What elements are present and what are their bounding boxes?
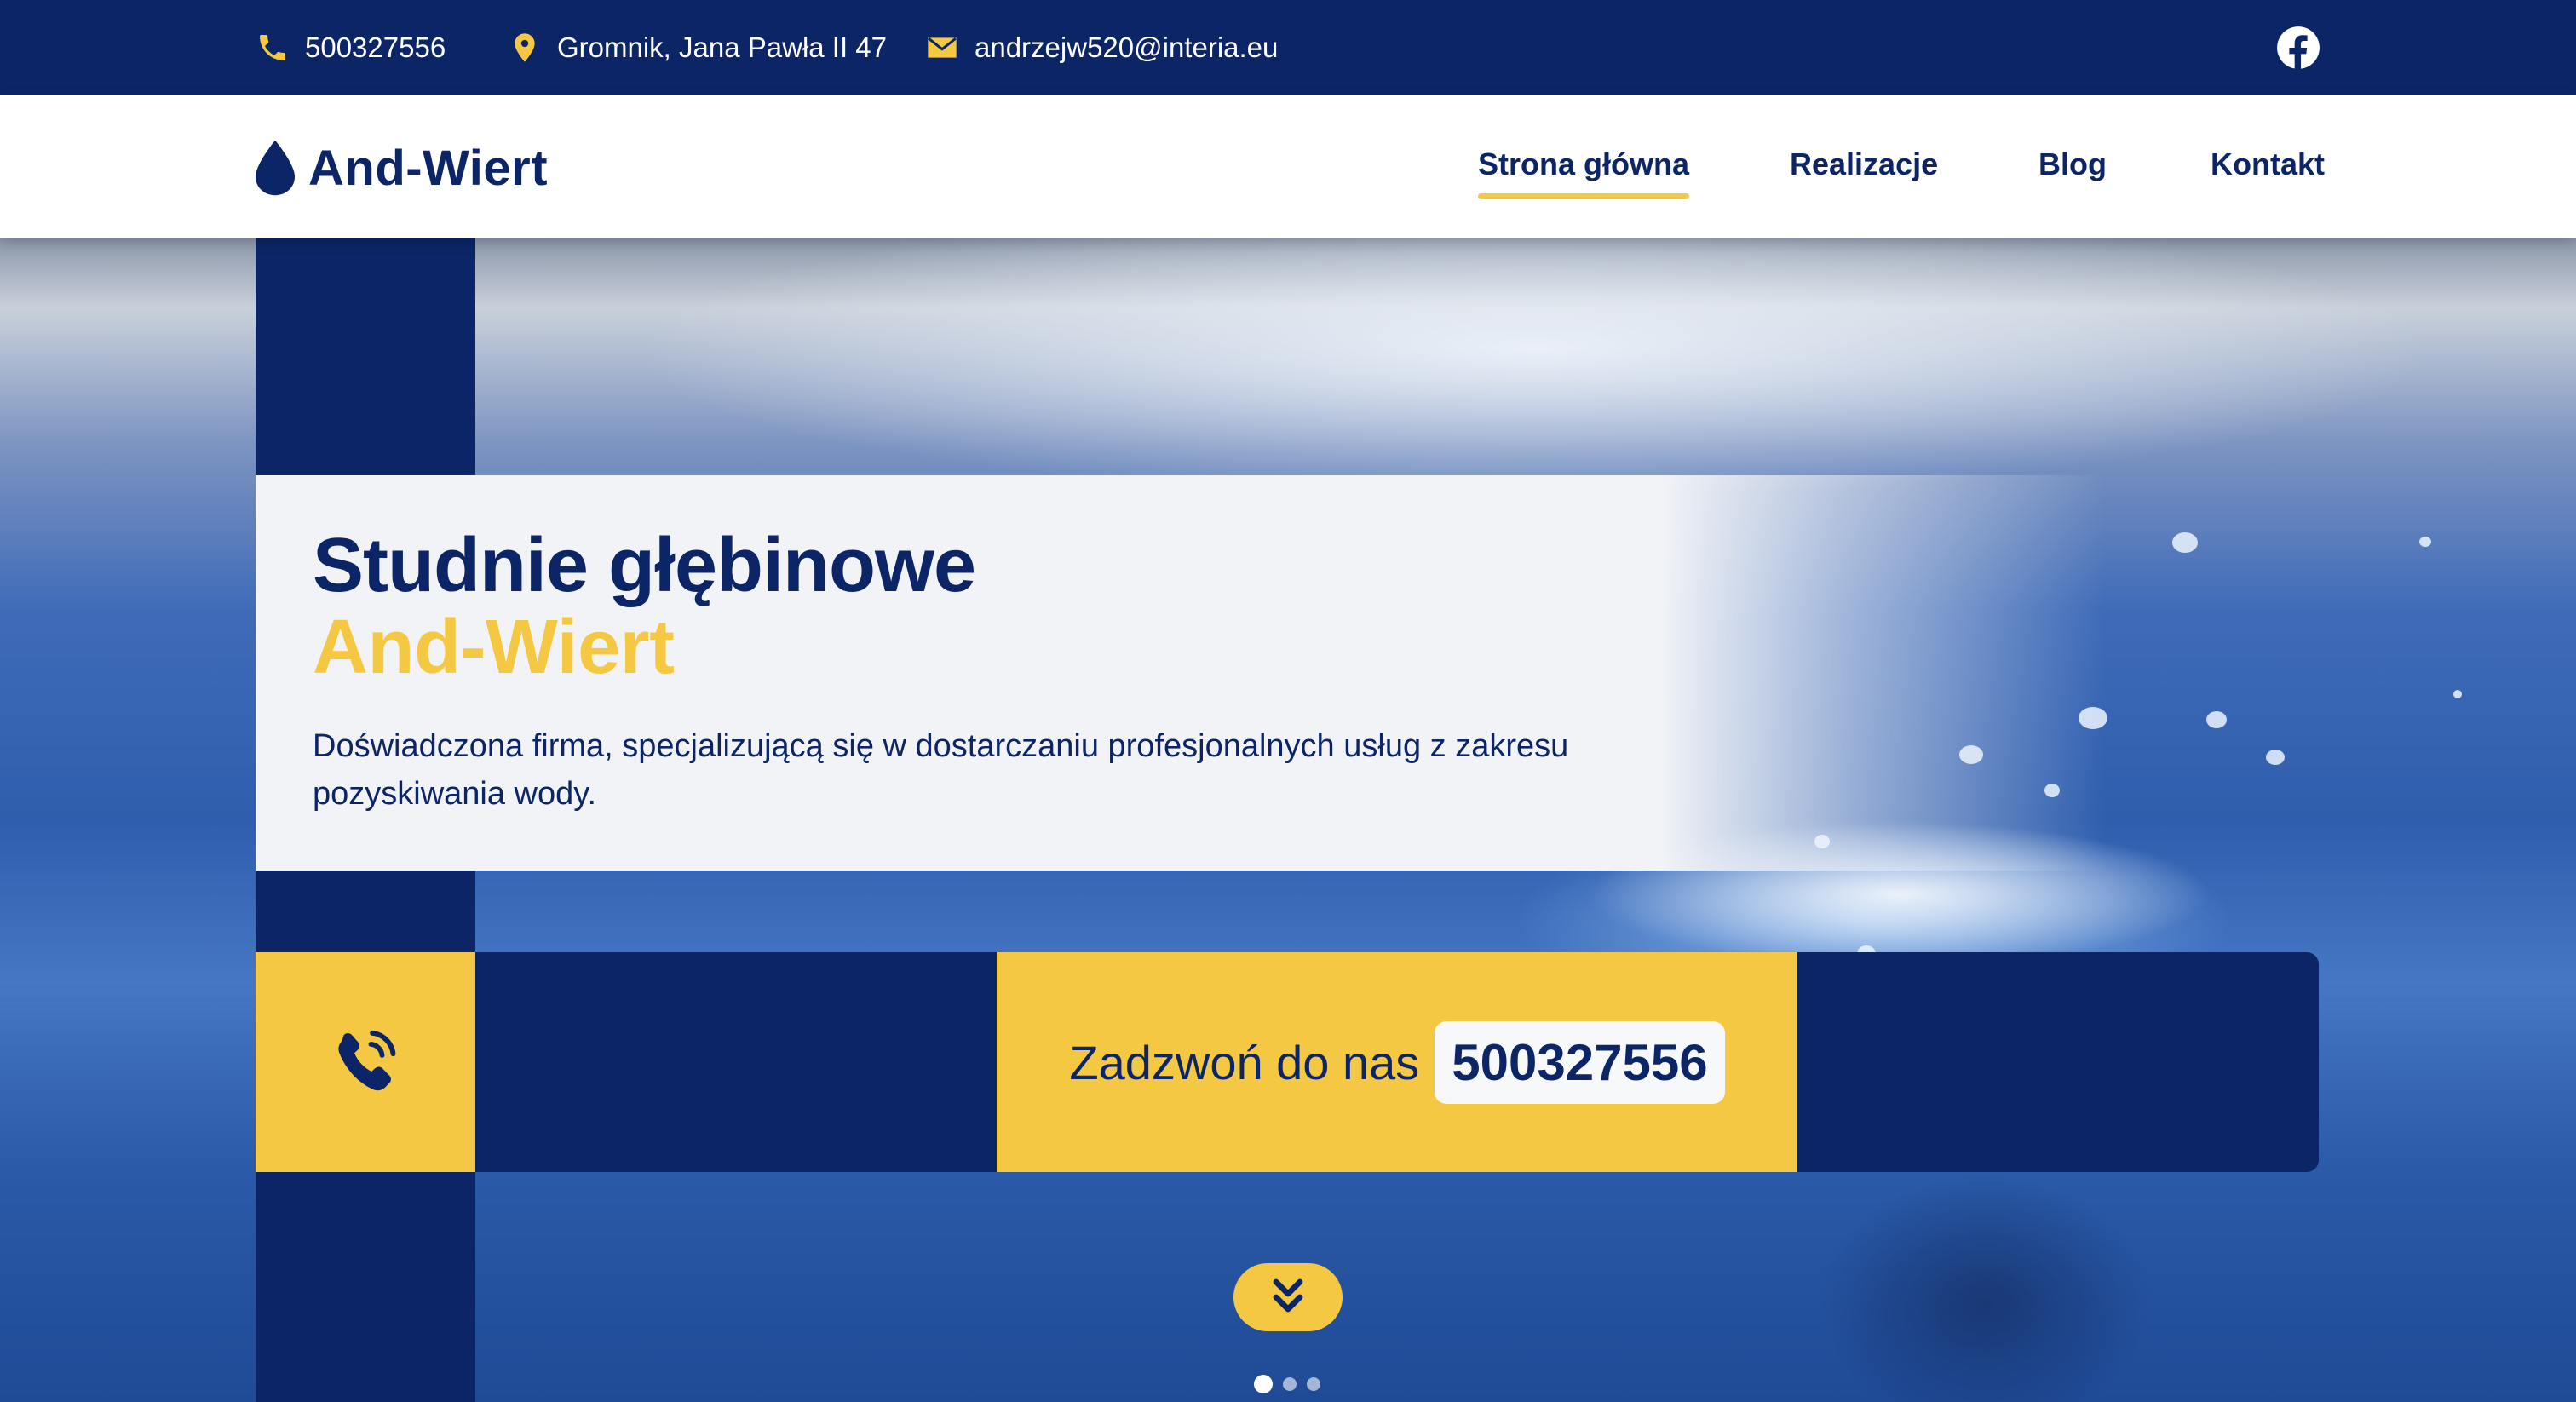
water-droplet xyxy=(2172,532,2198,553)
hero-intro-panel: Studnie głębinowe And-Wiert Doświadczona… xyxy=(256,475,2104,871)
slide-dot-2[interactable] xyxy=(1283,1377,1297,1391)
water-drop-icon xyxy=(256,140,295,196)
water-droplet xyxy=(2266,750,2285,765)
double-chevron-down-icon xyxy=(1273,1278,1303,1313)
phone-icon xyxy=(260,35,285,60)
main-navigation: And-Wiert Strona główna Realizacje Blog … xyxy=(0,95,2576,238)
phone-ringing-icon xyxy=(338,1030,396,1091)
nav-item-blog[interactable]: Blog xyxy=(2038,147,2107,182)
nav-item-realizacje[interactable]: Realizacje xyxy=(1790,147,1938,182)
water-droplet xyxy=(2206,711,2227,728)
logo-text: And-Wiert xyxy=(308,140,549,196)
contact-phone-text: 500327556 xyxy=(305,32,446,63)
contact-phone[interactable]: 500327556 xyxy=(256,0,446,95)
call-box: Zadzwoń do nas 500327556 xyxy=(997,952,1797,1172)
nav-item-strona-glowna[interactable]: Strona główna xyxy=(1478,147,1690,199)
call-label: Zadzwoń do nas xyxy=(1069,1035,1420,1089)
call-number[interactable]: 500327556 xyxy=(1435,1020,1725,1104)
envelope-icon xyxy=(928,37,957,58)
nav-item-kontakt[interactable]: Kontakt xyxy=(2211,147,2325,182)
slide-dot-3[interactable] xyxy=(1307,1377,1320,1391)
facebook-icon[interactable] xyxy=(2276,26,2320,70)
contact-address: Gromnik, Jana Pawła II 47 xyxy=(508,0,887,95)
hero-brand: And-Wiert xyxy=(313,605,675,690)
site-logo[interactable]: And-Wiert xyxy=(256,138,548,198)
scroll-down-button[interactable] xyxy=(1233,1263,1343,1331)
map-pin-icon xyxy=(515,33,535,62)
water-droplet xyxy=(2453,690,2462,698)
contact-address-text: Gromnik, Jana Pawła II 47 xyxy=(557,32,888,63)
contact-email-text: andrzejw520@interia.eu xyxy=(975,32,1279,63)
top-contact-bar: 500327556 Gromnik, Jana Pawła II 47 andr… xyxy=(0,0,2576,95)
call-icon-box[interactable] xyxy=(256,952,475,1172)
contact-email[interactable]: andrzejw520@interia.eu xyxy=(925,0,1278,95)
water-droplet xyxy=(2419,537,2431,547)
hero-title: Studnie głębinowe xyxy=(313,523,976,608)
slide-dot-1[interactable] xyxy=(1254,1375,1273,1393)
slider-pagination xyxy=(1254,1375,1331,1393)
hero-description: Doświadczona firma, specjalizującą się w… xyxy=(313,728,1569,812)
